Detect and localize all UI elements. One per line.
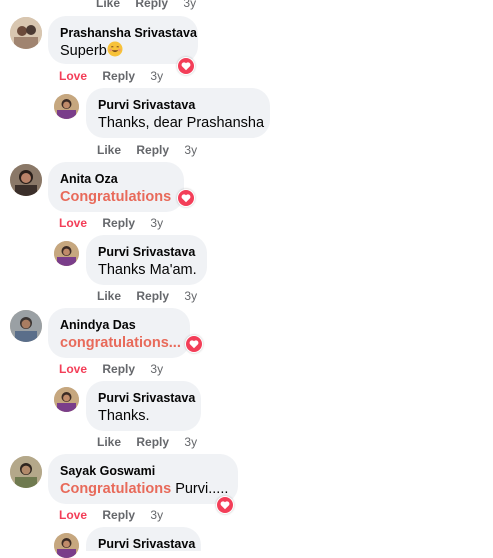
comment-actions: Love Reply 3y (59, 69, 175, 83)
comment-author[interactable]: Purvi Srivastava (98, 244, 195, 260)
comment-text: congratulations... (60, 335, 181, 351)
comment-bubble: Purvi Srivastava Thanks Ma'am. (86, 235, 207, 285)
timestamp[interactable]: 3y (150, 216, 163, 230)
like-button[interactable]: Like (97, 289, 121, 303)
like-button[interactable]: Like (97, 435, 121, 449)
avatar[interactable] (54, 241, 79, 266)
comment-text: Thanks, dear Prashansha (98, 115, 265, 131)
comment-actions: Love Reply 3y (59, 362, 175, 376)
comment-bubble: Purvi Srivastava (86, 527, 201, 551)
love-reaction[interactable] (216, 496, 234, 514)
love-button[interactable]: Love (59, 362, 87, 376)
comment-actions: Love Reply 3y (59, 216, 175, 230)
timestamp[interactable]: 3y (184, 289, 197, 303)
reply-button[interactable]: Reply (102, 508, 135, 522)
heart-icon (186, 336, 202, 352)
comment-bubble: Anindya Das congratulations... (48, 308, 190, 358)
comment-author[interactable]: Anita Oza (60, 171, 172, 187)
reply-button[interactable]: Reply (136, 289, 169, 303)
comment-author[interactable]: Prashansha Srivastava (60, 25, 197, 41)
love-button[interactable]: Love (59, 216, 87, 230)
comment-actions: Like Reply 3y (97, 289, 209, 303)
comment-text: Thanks Ma'am. (98, 262, 197, 278)
comment-bubble: Prashansha Srivastava Superb (48, 16, 198, 64)
avatar[interactable] (54, 387, 79, 412)
reply-button[interactable]: Reply (102, 69, 135, 83)
comment-author[interactable]: Sayak Goswami (60, 463, 226, 479)
timestamp[interactable]: 3y (184, 143, 197, 157)
avatar[interactable] (10, 164, 42, 196)
timestamp[interactable]: 3y (184, 435, 197, 449)
comment-bubble: Purvi Srivastava Thanks, dear Prashansha (86, 88, 270, 138)
heart-icon (178, 58, 194, 74)
comment-text: Congratulations (60, 189, 172, 205)
timestamp[interactable]: 3y (150, 69, 163, 83)
avatar[interactable] (10, 310, 42, 342)
love-button[interactable]: Love (59, 508, 87, 522)
comment-author[interactable]: Purvi Srivastava (98, 390, 195, 406)
love-reaction[interactable] (177, 57, 195, 75)
avatar[interactable] (54, 94, 79, 119)
avatar[interactable] (10, 456, 42, 488)
heart-icon (217, 497, 233, 513)
reply-button[interactable]: Reply (136, 143, 169, 157)
timestamp[interactable]: 3y (183, 0, 196, 10)
comment-actions: Like Reply 3y (97, 435, 209, 449)
like-button[interactable]: Like (97, 143, 121, 157)
heart-icon (178, 190, 194, 206)
comment-author[interactable]: Purvi Srivastava (98, 97, 258, 113)
comment-text: Superb (60, 41, 186, 61)
love-button[interactable]: Love (59, 69, 87, 83)
timestamp[interactable]: 3y (150, 508, 163, 522)
avatar[interactable] (54, 533, 79, 558)
comment-author[interactable]: Purvi Srivastava (98, 536, 195, 552)
comment-actions: Like Reply 3y (96, 0, 208, 10)
comment-text: Thanks. (98, 408, 150, 424)
comment-bubble: Purvi Srivastava Thanks. (86, 381, 201, 431)
comment-text: Congratulations Purvi..... (60, 481, 229, 497)
comment-bubble: Anita Oza Congratulations (48, 162, 184, 212)
love-reaction[interactable] (185, 335, 203, 353)
reply-button[interactable]: Reply (135, 0, 168, 10)
comment-bubble: Sayak Goswami Congratulations Purvi..... (48, 454, 238, 504)
reply-button[interactable]: Reply (102, 362, 135, 376)
reply-button[interactable]: Reply (136, 435, 169, 449)
smiling-face-emoji-icon (107, 41, 123, 57)
timestamp[interactable]: 3y (150, 362, 163, 376)
comment-actions: Love Reply 3y (59, 508, 175, 522)
avatar[interactable] (10, 17, 42, 49)
reply-button[interactable]: Reply (102, 216, 135, 230)
like-button[interactable]: Like (96, 0, 120, 10)
love-reaction[interactable] (177, 189, 195, 207)
comment-author[interactable]: Anindya Das (60, 317, 178, 333)
comment-actions: Like Reply 3y (97, 143, 209, 157)
